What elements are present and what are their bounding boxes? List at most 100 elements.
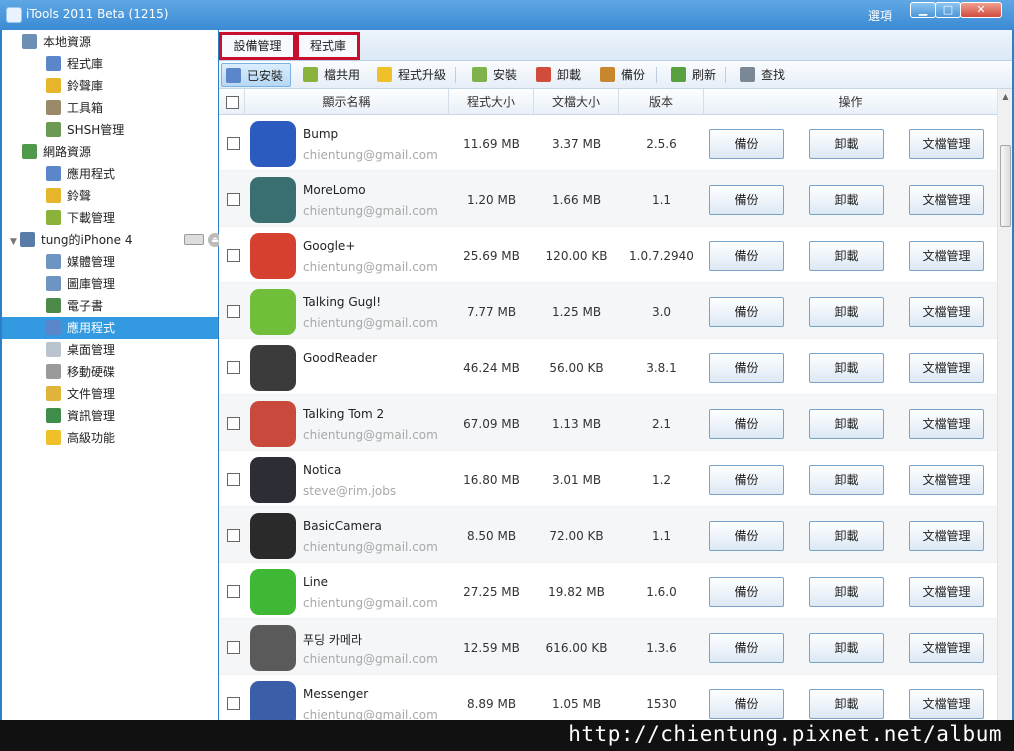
sidebar-item-9[interactable]: ▼ tung的iPhone 4 ⏏	[10, 229, 222, 253]
sidebar-item-4[interactable]: SHSH管理	[46, 119, 124, 141]
backup-button[interactable]: 備份	[709, 689, 784, 719]
uninstall-button[interactable]: 卸載	[809, 465, 884, 495]
select-all-checkbox[interactable]	[226, 96, 239, 109]
document-management-button[interactable]: 文檔管理	[909, 577, 984, 607]
table-row[interactable]: Google+ chientung@gmail.com 25.69 MB 120.00…	[219, 227, 997, 283]
options-menu[interactable]: 選項	[868, 7, 892, 24]
sidebar-item-0[interactable]: 本地資源	[22, 31, 91, 53]
sidebar-item-14[interactable]: 桌面管理	[46, 339, 115, 361]
scroll-up-arrow-icon[interactable]: ▲	[998, 89, 1013, 105]
table-row[interactable]: Line chientung@gmail.com 27.25 MB 19.82 MB 1…	[219, 563, 997, 619]
table-row[interactable]: Bump chientung@gmail.com 11.69 MB 3.37 MB 2.…	[219, 115, 997, 171]
column-header-app-size[interactable]: 程式大小	[449, 89, 534, 115]
toolbar-button-star[interactable]: 程式升級	[373, 63, 453, 87]
document-management-button[interactable]: 文檔管理	[909, 409, 984, 439]
sidebar-item-8[interactable]: 下載管理	[46, 207, 115, 229]
toolbar-button-backup[interactable]: 備份	[596, 63, 648, 87]
uninstall-button[interactable]: 卸載	[809, 409, 884, 439]
table-row[interactable]: BasicCamera chientung@gmail.com 8.50 MB 72.…	[219, 507, 997, 563]
document-management-button[interactable]: 文檔管理	[909, 241, 984, 271]
sidebar-item-13[interactable]: 應用程式	[2, 317, 218, 339]
uninstall-button[interactable]: 卸載	[809, 129, 884, 159]
row-checkbox[interactable]	[227, 361, 240, 374]
backup-button[interactable]: 備份	[709, 633, 784, 663]
row-checkbox[interactable]	[227, 417, 240, 430]
table-row[interactable]: 푸딩 카메라 chientung@gmail.com 12.59 MB 616.00 …	[219, 619, 997, 675]
backup-button[interactable]: 備份	[709, 521, 784, 551]
column-header-version[interactable]: 版本	[619, 89, 704, 115]
sidebar-item-1[interactable]: 程式庫	[46, 53, 103, 75]
tab-device-management[interactable]: 設備管理	[219, 32, 296, 60]
table-row[interactable]: GoodReader 46.24 MB 56.00 KB 3.8.1 備份 卸載 文檔管理	[219, 339, 997, 395]
uninstall-button[interactable]: 卸載	[809, 633, 884, 663]
sidebar-item-10[interactable]: 媒體管理	[46, 251, 115, 273]
uninstall-button[interactable]: 卸載	[809, 185, 884, 215]
backup-button[interactable]: 備份	[709, 353, 784, 383]
scrollbar-thumb[interactable]	[1000, 145, 1011, 227]
document-management-button[interactable]: 文檔管理	[909, 633, 984, 663]
backup-button[interactable]: 備份	[709, 241, 784, 271]
document-management-button[interactable]: 文檔管理	[909, 465, 984, 495]
row-checkbox[interactable]	[227, 193, 240, 206]
row-checkbox[interactable]	[227, 305, 240, 318]
toolbar-button-install[interactable]: 安裝	[468, 63, 524, 87]
sidebar-item-11[interactable]: 圖庫管理	[46, 273, 115, 295]
backup-button[interactable]: 備份	[709, 129, 784, 159]
vertical-scrollbar[interactable]: ▲	[997, 89, 1012, 720]
row-checkbox[interactable]	[227, 137, 240, 150]
sidebar-item-5[interactable]: 網路資源	[22, 141, 91, 163]
uninstall-button[interactable]: 卸載	[809, 241, 884, 271]
document-management-button[interactable]: 文檔管理	[909, 689, 984, 719]
sidebar-item-18[interactable]: 高級功能	[46, 427, 115, 449]
toolbar-button-installed[interactable]: 已安裝	[221, 63, 291, 87]
uninstall-button[interactable]: 卸載	[809, 353, 884, 383]
toolbar-button-search[interactable]: 查找	[736, 63, 790, 87]
backup-button[interactable]: 備份	[709, 465, 784, 495]
uninstall-button[interactable]: 卸載	[809, 577, 884, 607]
document-management-button[interactable]: 文檔管理	[909, 521, 984, 551]
close-button[interactable]: ✕	[960, 2, 1002, 18]
sidebar-item-15[interactable]: 移動硬碟	[46, 361, 115, 383]
backup-button[interactable]: 備份	[709, 577, 784, 607]
uninstall-button[interactable]: 卸載	[809, 521, 884, 551]
table-row[interactable]: MoreLomo chientung@gmail.com 1.20 MB 1.66 M…	[219, 171, 997, 227]
row-checkbox[interactable]	[227, 249, 240, 262]
sidebar-item-3[interactable]: 工具箱	[46, 97, 103, 119]
sidebar-item-6[interactable]: 應用程式	[46, 163, 115, 185]
row-checkbox[interactable]	[227, 473, 240, 486]
column-header-doc-size[interactable]: 文檔大小	[534, 89, 619, 115]
row-checkbox[interactable]	[227, 585, 240, 598]
table-row[interactable]: Talking Gugl! chientung@gmail.com 7.77 MB 1…	[219, 283, 997, 339]
row-checkbox[interactable]	[227, 697, 240, 710]
backup-button[interactable]: 備份	[709, 297, 784, 327]
row-checkbox[interactable]	[227, 641, 240, 654]
table-row[interactable]: Talking Tom 2 chientung@gmail.com 67.09 MB…	[219, 395, 997, 451]
toolbar-button-refresh[interactable]: 刷新	[667, 63, 721, 87]
sidebar-item-16[interactable]: 文件管理	[46, 383, 115, 405]
sidebar-item-7[interactable]: 鈴聲	[46, 185, 91, 207]
uninstall-button[interactable]: 卸載	[809, 297, 884, 327]
doc-size: 1.66 MB	[551, 193, 602, 207]
backup-button[interactable]: 備份	[709, 409, 784, 439]
table-row[interactable]: Notica steve@rim.jobs 16.80 MB 3.01 MB 1.2 備份…	[219, 451, 997, 507]
toolbar-button-uninstall[interactable]: 卸載	[532, 63, 584, 87]
tab-app-library[interactable]: 程式庫	[296, 32, 360, 60]
app-name: Line	[303, 575, 329, 589]
sidebar-item-12[interactable]: 電子書	[46, 295, 103, 317]
table-row[interactable]: Messenger chientung@gmail.com 8.89 MB 1.05 …	[219, 675, 997, 720]
document-management-button[interactable]: 文檔管理	[909, 353, 984, 383]
sidebar-item-2[interactable]: 鈴聲庫	[46, 75, 103, 97]
backup-button[interactable]: 備份	[709, 185, 784, 215]
minimize-button[interactable]: ▁	[910, 2, 936, 18]
uninstall-button[interactable]: 卸載	[809, 689, 884, 719]
maximize-button[interactable]: □	[935, 2, 961, 18]
expand-arrow-icon[interactable]: ▼	[10, 231, 20, 253]
toolbar-button-label: 卸載	[557, 68, 582, 82]
document-management-button[interactable]: 文檔管理	[909, 297, 984, 327]
document-management-button[interactable]: 文檔管理	[909, 185, 984, 215]
sidebar-item-17[interactable]: 資訊管理	[46, 405, 115, 427]
column-header-name[interactable]: 顯示名稱	[245, 89, 449, 115]
document-management-button[interactable]: 文檔管理	[909, 129, 984, 159]
toolbar-button-file-share[interactable]: 檔共用	[299, 63, 363, 87]
row-checkbox[interactable]	[227, 529, 240, 542]
